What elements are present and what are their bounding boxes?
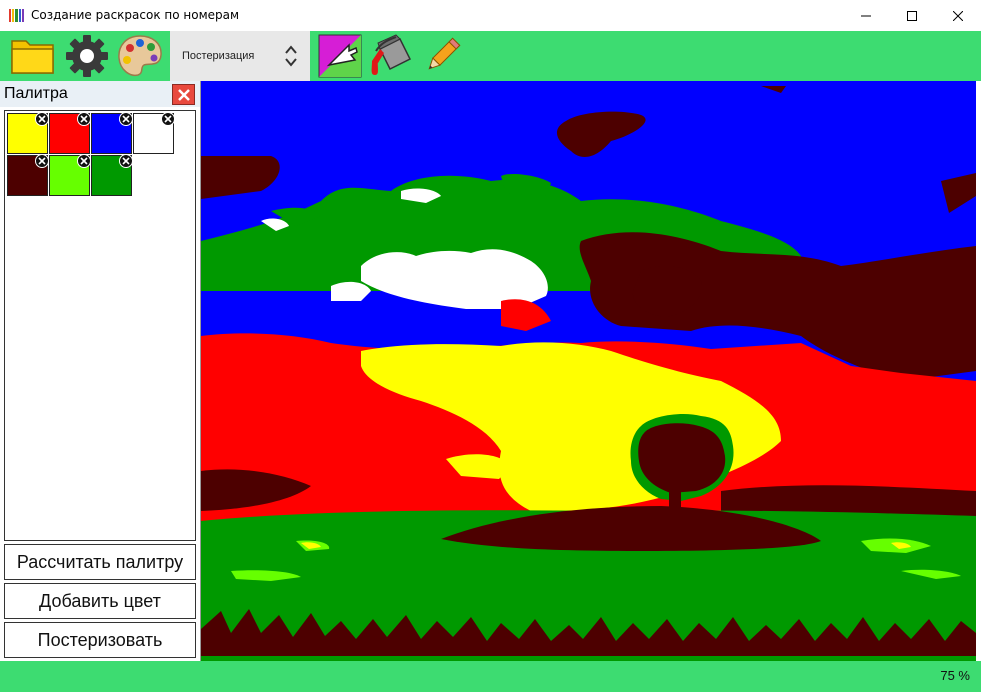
palette-swatch[interactable]	[133, 112, 175, 154]
remove-swatch-button[interactable]	[119, 112, 133, 126]
palette-swatch[interactable]	[7, 154, 49, 196]
maximize-icon	[907, 10, 917, 21]
close-icon	[122, 115, 130, 123]
posterized-image-canvas[interactable]	[201, 81, 976, 661]
palette-close-button[interactable]	[172, 84, 195, 105]
posterized-image	[201, 81, 976, 661]
open-folder-button[interactable]	[9, 34, 57, 78]
mode-select-value: Постеризация	[182, 50, 255, 62]
remove-swatch-button[interactable]	[77, 154, 91, 168]
close-icon	[80, 115, 88, 123]
artist-palette-icon	[118, 35, 162, 77]
close-icon	[164, 115, 172, 123]
palette-button[interactable]	[116, 34, 164, 78]
paint-bucket-icon	[371, 34, 412, 75]
close-icon	[80, 157, 88, 165]
remove-swatch-button[interactable]	[77, 112, 91, 126]
maximize-button[interactable]	[889, 0, 935, 31]
gear-icon	[66, 35, 108, 77]
close-icon	[953, 10, 963, 21]
close-icon	[177, 88, 190, 101]
pencil-icon	[428, 37, 461, 70]
add-color-button[interactable]: Добавить цвет	[4, 583, 196, 619]
mode-select[interactable]: Постеризация	[170, 31, 310, 81]
remove-swatch-button[interactable]	[119, 154, 133, 168]
canvas-margin	[976, 81, 981, 661]
palette-swatch[interactable]	[49, 112, 91, 154]
pencil-tool-button[interactable]	[418, 34, 466, 78]
palette-swatch[interactable]	[91, 154, 133, 196]
status-bar: 75 %	[0, 661, 981, 692]
window-close-button[interactable]	[935, 0, 981, 31]
palette-swatch-list	[4, 110, 196, 541]
toolbar: Постеризация	[0, 31, 981, 81]
close-icon	[38, 157, 46, 165]
folder-icon	[11, 40, 54, 74]
palette-swatch[interactable]	[7, 112, 49, 154]
zoom-level: 75 %	[940, 668, 970, 683]
palette-swatch[interactable]	[49, 154, 91, 196]
window-title: Создание раскрасок по номерам	[31, 8, 240, 22]
select-tool-button[interactable]	[316, 34, 364, 78]
colored-pencils-icon	[9, 9, 25, 22]
cursor-arrow-icon	[318, 34, 362, 78]
remove-swatch-button[interactable]	[161, 112, 175, 126]
settings-button[interactable]	[63, 34, 111, 78]
minimize-icon	[861, 15, 871, 16]
posterize-button[interactable]: Постеризовать	[4, 622, 196, 658]
palette-panel-header: Палитра	[0, 81, 200, 107]
remove-swatch-button[interactable]	[35, 112, 49, 126]
calculate-palette-button[interactable]: Рассчитать палитру	[4, 544, 196, 580]
fill-tool-button[interactable]	[366, 34, 414, 78]
updown-chevron-icon	[285, 45, 297, 67]
remove-swatch-button[interactable]	[35, 154, 49, 168]
title-bar: Создание раскрасок по номерам	[0, 0, 981, 31]
palette-swatch[interactable]	[91, 112, 133, 154]
palette-panel-title: Палитра	[4, 85, 68, 102]
close-icon	[38, 115, 46, 123]
close-icon	[122, 157, 130, 165]
minimize-button[interactable]	[843, 0, 889, 31]
palette-panel: Палитра Рассчитать палитру Добавить цвет…	[0, 81, 201, 661]
app-window: Создание раскрасок по номерам Постеризац…	[0, 0, 981, 692]
